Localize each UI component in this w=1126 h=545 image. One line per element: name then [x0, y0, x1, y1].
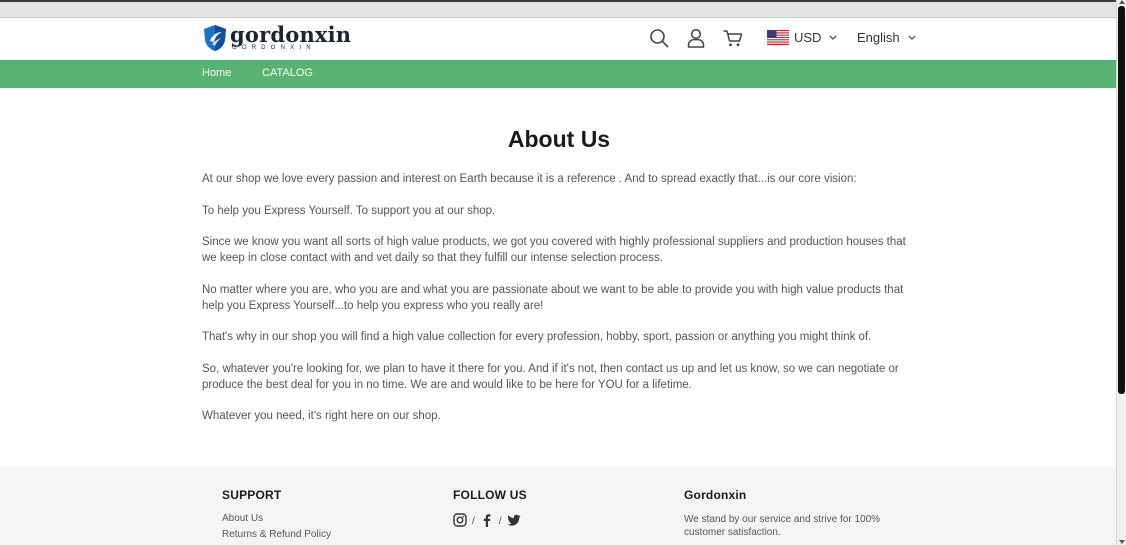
currency-selector[interactable]: USD — [767, 30, 838, 45]
footer-brand-description: We stand by our service and strive for 1… — [684, 514, 881, 538]
footer-heading-follow: FOLLOW US — [453, 488, 527, 502]
paragraph: So, whatever you're looking for, we plan… — [202, 362, 899, 391]
scrollbar[interactable] — [1116, 0, 1126, 545]
paragraph: Whatever you need, it's right here on ou… — [202, 410, 441, 422]
paragraph: No matter where you are, who you are and… — [202, 283, 904, 312]
scrollbar-thumb[interactable] — [1118, 6, 1125, 394]
social-separator: / — [472, 515, 475, 527]
footer-brand: Gordonxin We stand by our service and st… — [684, 488, 904, 539]
footer-follow: FOLLOW US / / — [453, 488, 527, 527]
footer-heading-brand: Gordonxin — [684, 488, 747, 502]
chevron-down-icon — [829, 35, 838, 40]
paragraph: To help you Express Yourself. To support… — [202, 204, 496, 217]
language-selector[interactable]: English — [857, 30, 916, 45]
instagram-icon[interactable] — [453, 513, 467, 527]
browser-top-bar — [0, 0, 1116, 18]
user-icon[interactable] — [686, 28, 706, 48]
chevron-down-icon — [908, 35, 916, 40]
browser-top-edge — [0, 0, 1116, 2]
footer-link-about-us[interactable]: About Us — [222, 513, 331, 524]
us-flag-icon — [767, 30, 789, 45]
main-content: About Us At our shop we love every passi… — [202, 88, 916, 440]
cart-icon[interactable] — [723, 28, 743, 48]
search-icon[interactable] — [649, 28, 669, 48]
nav-item-home[interactable]: Home — [202, 67, 231, 79]
scroll-down-arrow[interactable] — [1119, 540, 1125, 544]
currency-label: USD — [794, 30, 822, 45]
footer-support: SUPPORT About Us Returns & Refund Policy — [222, 488, 331, 545]
main-nav: Home CATALOG — [0, 60, 1116, 88]
social-separator: / — [498, 515, 502, 527]
paragraph: Since we know you want all sorts of high… — [202, 236, 906, 264]
facebook-icon[interactable] — [480, 513, 494, 527]
scroll-up-arrow[interactable] — [1119, 0, 1125, 4]
about-text: At our shop we love every passion and in… — [202, 171, 916, 424]
site-header: gordonxin GORDONXIN USD English — [0, 18, 1116, 60]
shield-logo-icon — [204, 25, 226, 51]
language-label: English — [857, 30, 900, 45]
site-logo[interactable]: gordonxin GORDONXIN — [203, 24, 351, 52]
footer-link-returns[interactable]: Returns & Refund Policy — [222, 529, 331, 540]
footer-heading-support: SUPPORT — [222, 488, 282, 502]
social-links: / / — [453, 513, 527, 527]
site-footer: SUPPORT About Us Returns & Refund Policy… — [0, 467, 1116, 545]
paragraph: That's why in our shop you will find a h… — [202, 331, 872, 343]
paragraph: At our shop we love every passion and in… — [202, 173, 857, 185]
logo-name: gordonxin — [230, 22, 352, 47]
twitter-icon[interactable] — [507, 513, 521, 527]
nav-item-catalog[interactable]: CATALOG — [262, 67, 313, 79]
page-title: About Us — [507, 126, 611, 152]
